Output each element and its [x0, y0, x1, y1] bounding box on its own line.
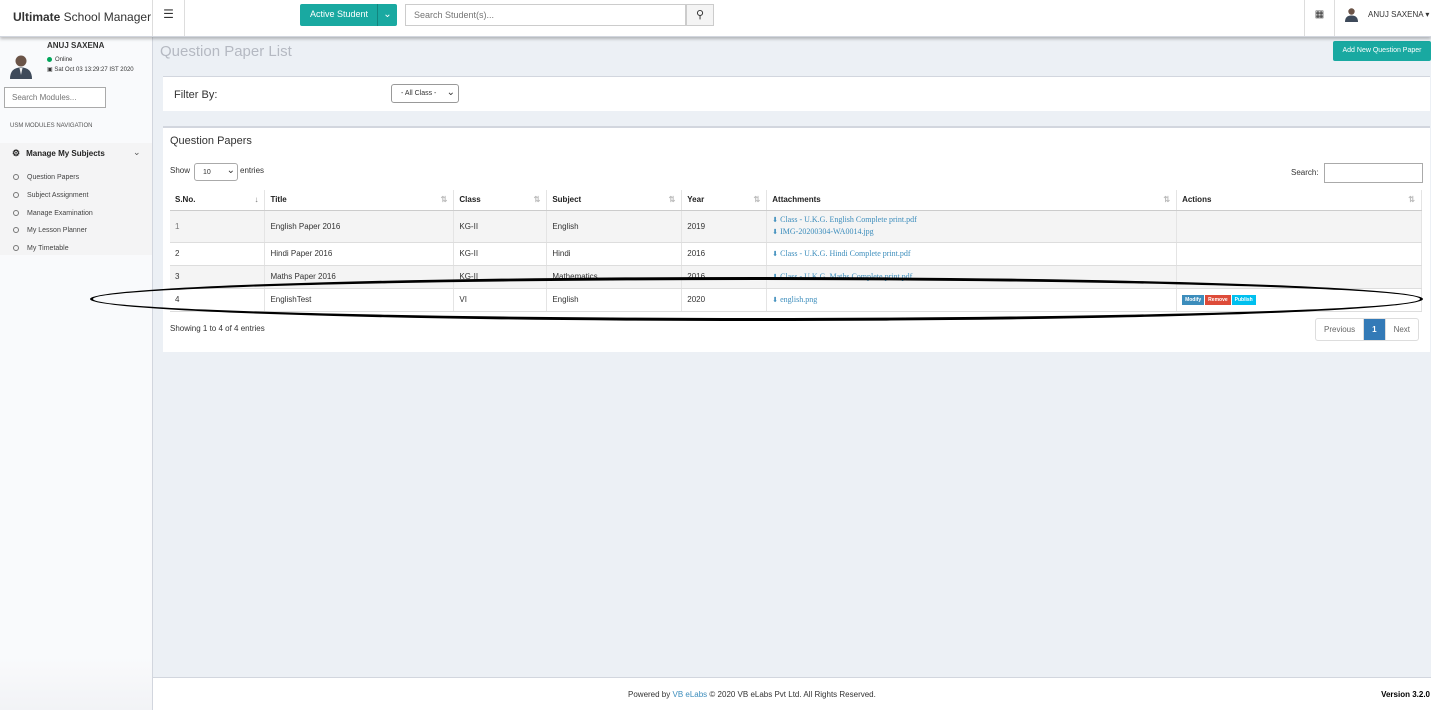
column-header-attachments[interactable]: Attachments ⇅ [766, 190, 1178, 211]
module-search-input[interactable] [4, 87, 106, 108]
cell-sno: 1 [170, 210, 266, 243]
filter-label: Filter By: [174, 89, 218, 101]
sidebar-item-subject-assignment[interactable]: Subject Assignment [13, 192, 88, 199]
cell-actions [1176, 242, 1422, 266]
filter-panel: Filter By: - All Class - ⌄ [163, 76, 1430, 111]
cell-title: English Paper 2016 [264, 210, 455, 243]
circle-icon [13, 210, 19, 217]
sort-icon: ⇅ [533, 195, 541, 204]
column-header-actions[interactable]: Actions ⇅ [1176, 190, 1422, 211]
cell-subject: English [546, 210, 683, 243]
nav-group-manage-subjects: ⚙ Manage My Subjects ⌄ Question Papers Su… [0, 143, 152, 255]
sidebar-item-lesson-planner[interactable]: My Lesson Planner [13, 227, 87, 234]
attachment-link[interactable]: ⬇ IMG-20200304-WA0014.jpg [772, 226, 1176, 238]
download-icon: ⬇ [772, 216, 779, 224]
column-header-subject[interactable]: Subject ⇅ [546, 190, 683, 211]
top-navbar: Ultimate School Manager ☰ Active Student… [0, 0, 1431, 37]
pagination: Previous 1 Next [1315, 318, 1420, 341]
add-question-paper-button[interactable]: Add New Question Paper [1333, 41, 1431, 61]
user-menu[interactable]: ANUJ SAXENA ▾ [1334, 0, 1431, 36]
highlight-annotation-ellipse [90, 277, 1423, 321]
online-dot-icon [47, 57, 52, 62]
menu-toggle-icon[interactable]: ☰ [153, 0, 185, 36]
version-label: Version 3.2.0 [1381, 690, 1430, 699]
footer: Powered by VB eLabs © 2020 VB eLabs Pvt … [153, 677, 1431, 710]
sidebar-item-question-papers[interactable]: Question Papers [13, 174, 79, 181]
table-row: 1 English Paper 2016 KG-II English 2019 … [170, 210, 1422, 243]
online-status: Online [47, 57, 72, 63]
column-header-title[interactable]: Title ⇅ [264, 190, 455, 211]
sidebar-item-manage-examination[interactable]: Manage Examination [13, 210, 93, 217]
column-header-sno[interactable]: S.No. ↓ [170, 190, 266, 211]
user-name: ANUJ SAXENA ▾ [1368, 10, 1430, 19]
sort-icon: ⇅ [753, 195, 761, 204]
page-1-button[interactable]: 1 [1364, 319, 1386, 340]
cell-subject: Hindi [546, 242, 683, 266]
login-datetime: ▣ Sat Oct 03 13:29:27 IST 2020 [47, 67, 134, 73]
table-info: Showing 1 to 4 of 4 entries [170, 324, 265, 333]
sidebar-user-name: ANUJ SAXENA [47, 41, 105, 50]
cell-year: 2019 [681, 210, 768, 243]
column-header-year[interactable]: Year ⇅ [681, 190, 768, 211]
active-student-dropdown[interactable]: Active Student ⌄ [300, 4, 397, 26]
sidebar: ANUJ SAXENA Online ▣ Sat Oct 03 13:29:27… [0, 37, 153, 710]
footer-copyright: Powered by VB eLabs © 2020 VB eLabs Pvt … [628, 690, 876, 699]
sort-icon: ⇅ [440, 195, 448, 204]
column-header-class[interactable]: Class ⇅ [453, 190, 548, 211]
sort-asc-icon: ↓ [254, 195, 259, 204]
next-page-button[interactable]: Next [1386, 319, 1418, 340]
circle-icon [13, 227, 19, 234]
student-search-input[interactable] [405, 4, 686, 26]
sort-icon: ⇅ [668, 195, 676, 204]
cell-attachments: ⬇ Class - U.K.G. English Complete print.p… [766, 210, 1178, 243]
chevron-down-icon[interactable]: ⌄ [133, 147, 141, 158]
chevron-down-icon: ⌄ [377, 4, 397, 26]
download-icon: ⬇ [772, 228, 779, 236]
show-label: Show [170, 166, 191, 175]
avatar [1345, 8, 1358, 22]
company-link[interactable]: VB eLabs [672, 690, 707, 699]
avatar [10, 55, 32, 79]
entries-length-select[interactable]: 10 ⌄ [194, 163, 238, 181]
calendar-icon: ▣ [47, 67, 53, 73]
box-title: Question Papers [170, 135, 252, 147]
entries-label: entries [240, 166, 265, 175]
search-label: Search: [1291, 168, 1319, 177]
cell-class: KG-II [453, 242, 548, 266]
attachment-link[interactable]: ⬇ Class - U.K.G. English Complete print.p… [772, 214, 1176, 226]
chevron-down-icon: ⌄ [446, 87, 455, 98]
search-icon[interactable]: ⚲ [686, 4, 714, 26]
download-icon: ⬇ [772, 249, 779, 258]
brand-rest: School Manager [60, 10, 152, 24]
cell-sno: 2 [170, 242, 266, 266]
page-title: Question Paper List [160, 43, 292, 60]
circle-icon [13, 192, 19, 199]
dashboard-icon: ⚙ [12, 148, 21, 158]
apps-grid-icon[interactable]: ▦ [1304, 0, 1334, 36]
nav-group-title[interactable]: ⚙ Manage My Subjects [12, 148, 105, 159]
previous-page-button[interactable]: Previous [1316, 319, 1365, 340]
table-search-input[interactable] [1324, 163, 1423, 183]
sort-icon: ⇅ [1163, 195, 1171, 204]
cell-attachments: ⬇ Class - U.K.G. Hindi Complete print.pdf [766, 242, 1178, 266]
nav-heading: USM MODULES NAVIGATION [10, 123, 93, 129]
sidebar-bottom-shade [0, 657, 152, 710]
circle-icon [13, 245, 19, 252]
active-student-label: Active Student [310, 9, 369, 19]
cell-class: KG-II [453, 210, 548, 243]
sidebar-item-timetable[interactable]: My Timetable [13, 245, 69, 252]
app-brand[interactable]: Ultimate School Manager [0, 0, 153, 36]
class-filter-select[interactable]: - All Class - ⌄ [391, 84, 459, 103]
attachment-link[interactable]: ⬇ Class - U.K.G. Hindi Complete print.pdf [772, 248, 1176, 260]
cell-actions [1176, 210, 1422, 243]
table-row: 2 Hindi Paper 2016 KG-II Hindi 2016 ⬇ Cla… [170, 242, 1422, 266]
circle-icon [13, 174, 19, 181]
table-header-row: S.No. ↓ Title ⇅ Class ⇅ Subject ⇅ Year ⇅ Atta… [170, 190, 1422, 211]
cell-title: Hindi Paper 2016 [264, 242, 455, 266]
cell-year: 2016 [681, 242, 768, 266]
sort-icon: ⇅ [1408, 195, 1415, 204]
chevron-down-icon: ⌄ [226, 165, 235, 176]
brand-bold: Ultimate [13, 10, 61, 24]
